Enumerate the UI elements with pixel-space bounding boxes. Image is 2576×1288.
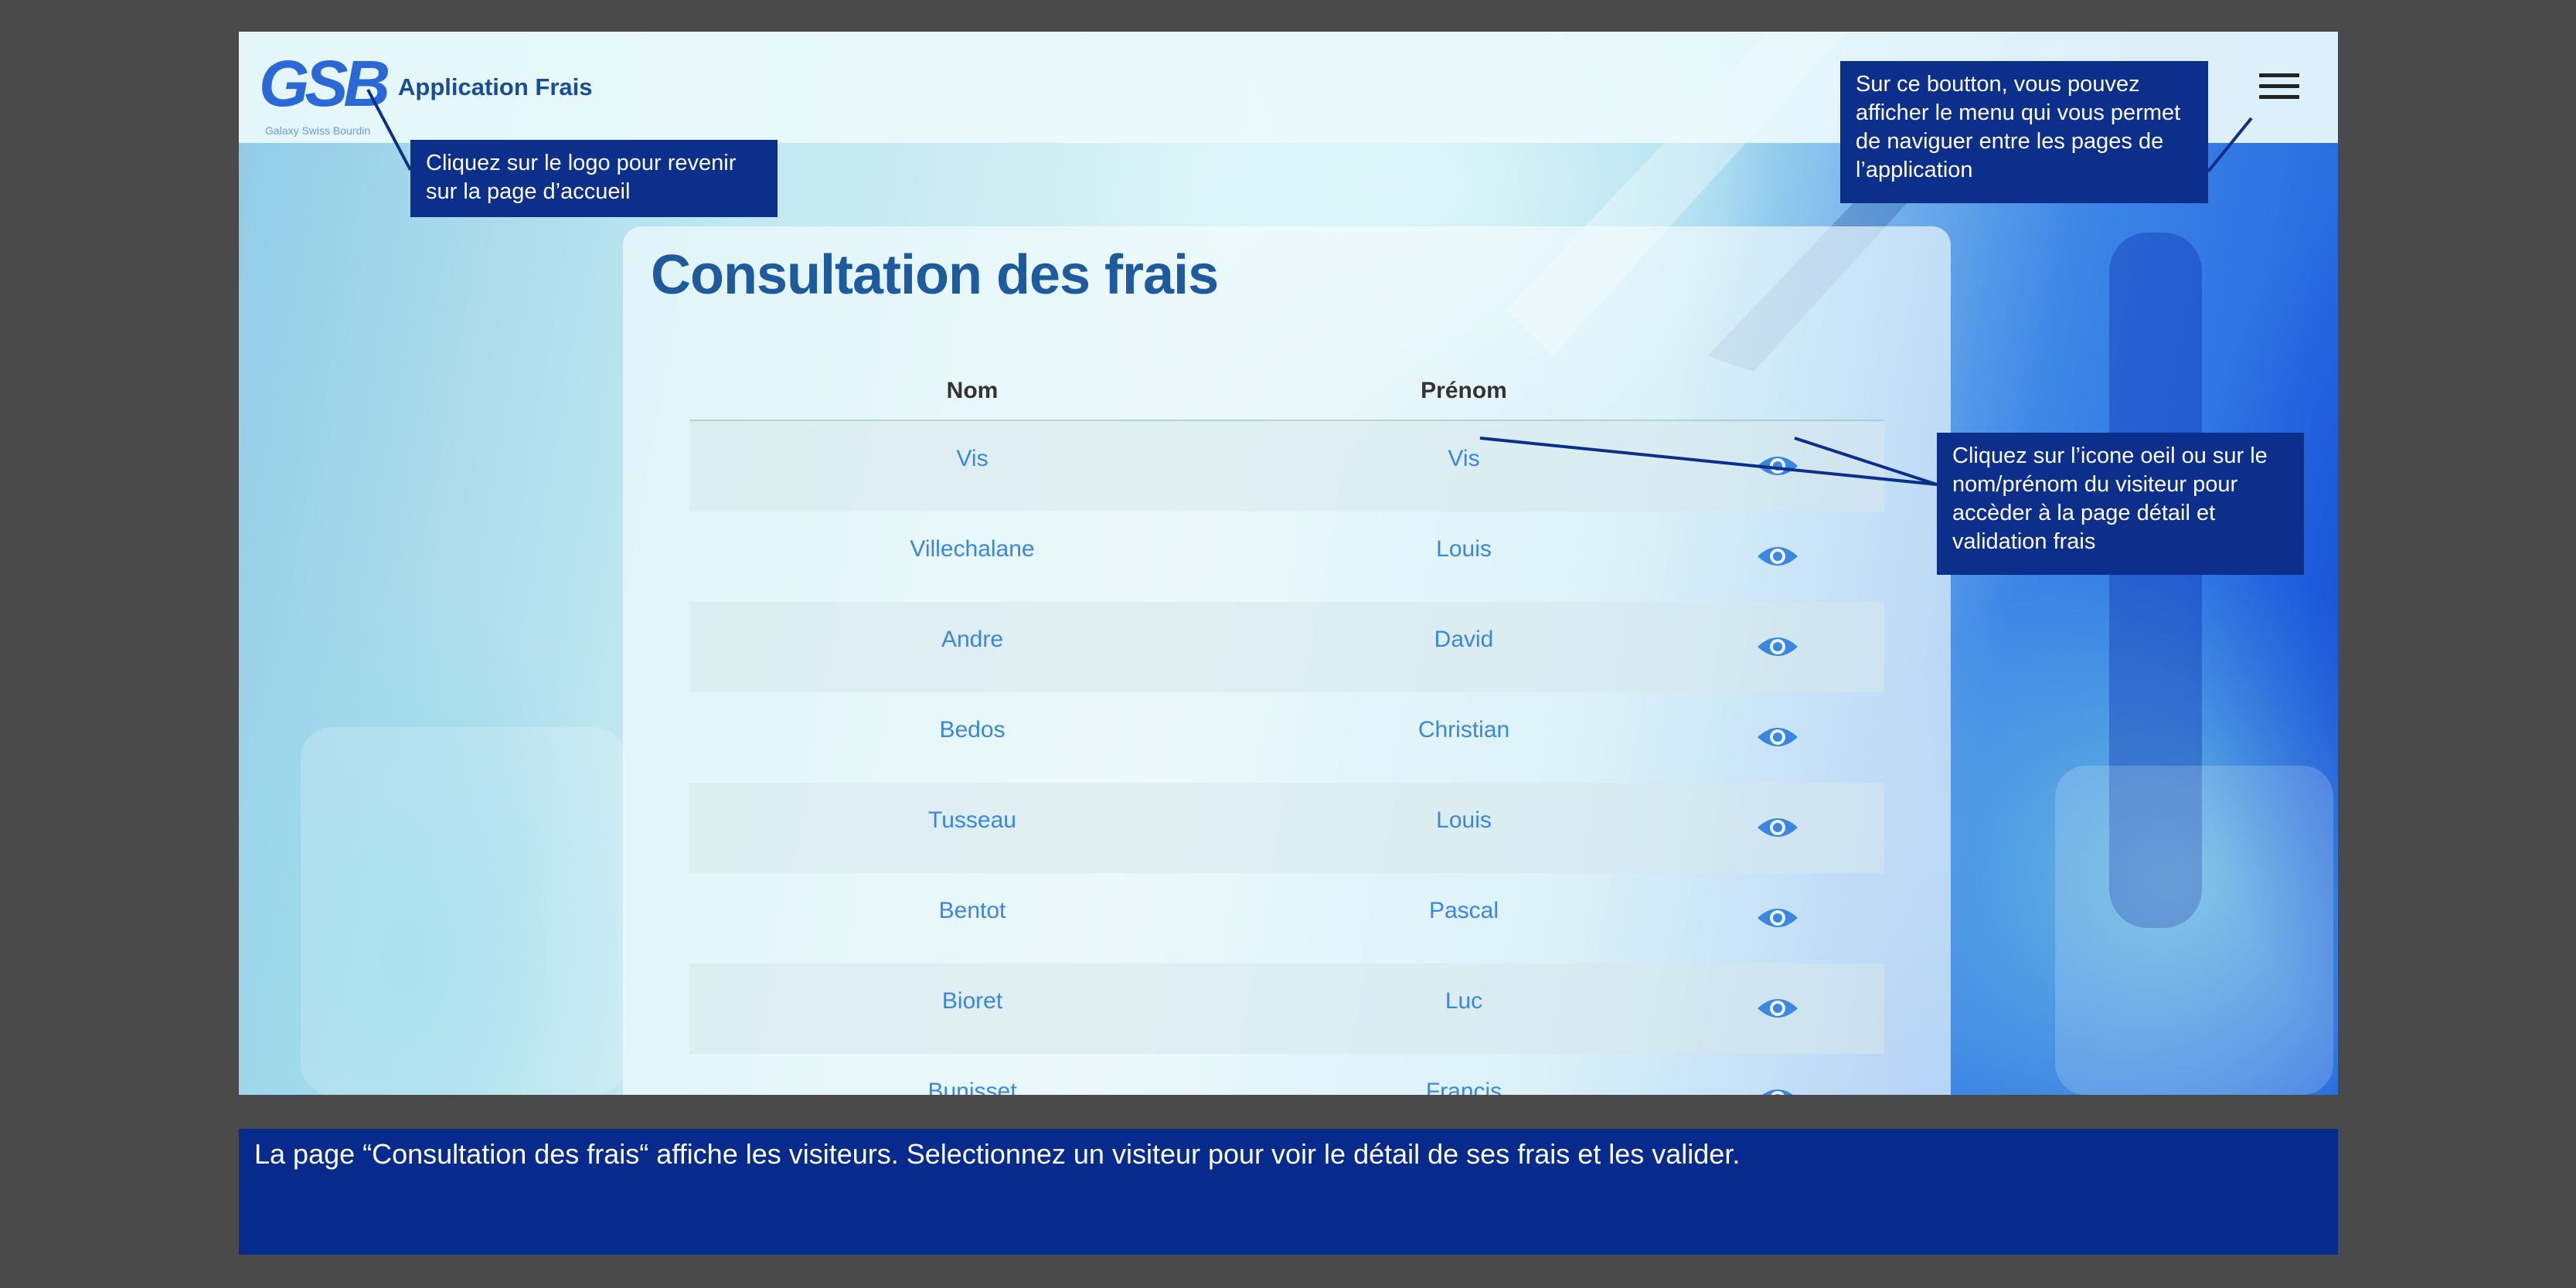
visitor-prenom[interactable]: Luc [1445, 988, 1482, 1014]
visitor-nom[interactable]: Bedos [939, 717, 1005, 743]
visitor-prenom[interactable]: Francis [1426, 1079, 1502, 1095]
menu-line [2259, 73, 2299, 77]
visitor-nom[interactable]: Tusseau [928, 807, 1016, 834]
eye-icon[interactable] [1756, 994, 1799, 1022]
visitor-prenom[interactable]: Christian [1418, 717, 1509, 743]
logo-text: GSB [259, 47, 390, 120]
eye-icon[interactable] [1756, 1085, 1799, 1095]
eye-icon[interactable] [1756, 633, 1799, 661]
visitor-nom[interactable]: Bentot [939, 898, 1006, 924]
table-row[interactable]: Villechalane Louis [689, 511, 1884, 602]
visitor-prenom[interactable]: David [1434, 627, 1494, 653]
table-row[interactable]: Bioret Luc [689, 963, 1884, 1054]
visitor-nom[interactable]: Vis [956, 446, 988, 472]
menu-line [2259, 95, 2299, 99]
column-header-prenom: Prénom [1421, 378, 1507, 403]
table-row[interactable]: Bentot Pascal [689, 873, 1884, 963]
caption-panel: La page “Consultation des frais“ affiche… [239, 1129, 2338, 1255]
visitor-prenom[interactable]: Louis [1436, 807, 1492, 834]
page-title: Consultation des frais [651, 244, 1219, 306]
eye-icon[interactable] [1756, 814, 1799, 841]
annotation-menu: Sur ce boutton, vous pouvez afficher le … [1840, 61, 2208, 203]
visitor-prenom[interactable]: Vis [1448, 446, 1479, 472]
visitor-table: Vis Vis Villechalane Louis Andre David B… [689, 421, 1884, 1095]
gsb-logo[interactable]: GSB Galaxy Swiss Bourdin [259, 49, 390, 141]
visitor-nom[interactable]: Villechalane [910, 536, 1034, 562]
table-row[interactable]: Tusseau Louis [689, 783, 1884, 873]
table-row[interactable]: Vis Vis [689, 421, 1884, 511]
annotation-logo: Cliquez sur le logo pour revenir sur la … [410, 140, 778, 217]
visitor-nom[interactable]: Andre [941, 627, 1003, 653]
visitor-nom[interactable]: Bunisset [927, 1079, 1016, 1095]
visitor-prenom[interactable]: Louis [1436, 536, 1492, 562]
annotation-eye: Cliquez sur l’icone oeil ou sur le nom/p… [1937, 433, 2304, 575]
visitor-nom[interactable]: Bioret [942, 988, 1002, 1014]
visitor-prenom[interactable]: Pascal [1429, 898, 1499, 924]
app-title: Application Frais [398, 73, 593, 100]
table-row[interactable]: Bedos Christian [689, 692, 1884, 783]
table-header: Nom Prénom [689, 369, 1884, 421]
eye-icon[interactable] [1756, 542, 1799, 570]
table-row[interactable]: Bunisset Francis [689, 1054, 1884, 1095]
table-row[interactable]: Andre David [689, 602, 1884, 692]
menu-line [2259, 84, 2299, 88]
frais-card: Consultation des frais Nom Prénom Vis Vi… [623, 226, 1951, 1095]
hamburger-menu-icon[interactable] [2259, 73, 2299, 104]
eye-icon[interactable] [1756, 452, 1799, 480]
column-header-nom: Nom [946, 378, 999, 403]
logo-tagline: Galaxy Swiss Bourdin [265, 124, 371, 137]
eye-icon[interactable] [1756, 904, 1799, 932]
eye-icon[interactable] [1756, 723, 1799, 751]
